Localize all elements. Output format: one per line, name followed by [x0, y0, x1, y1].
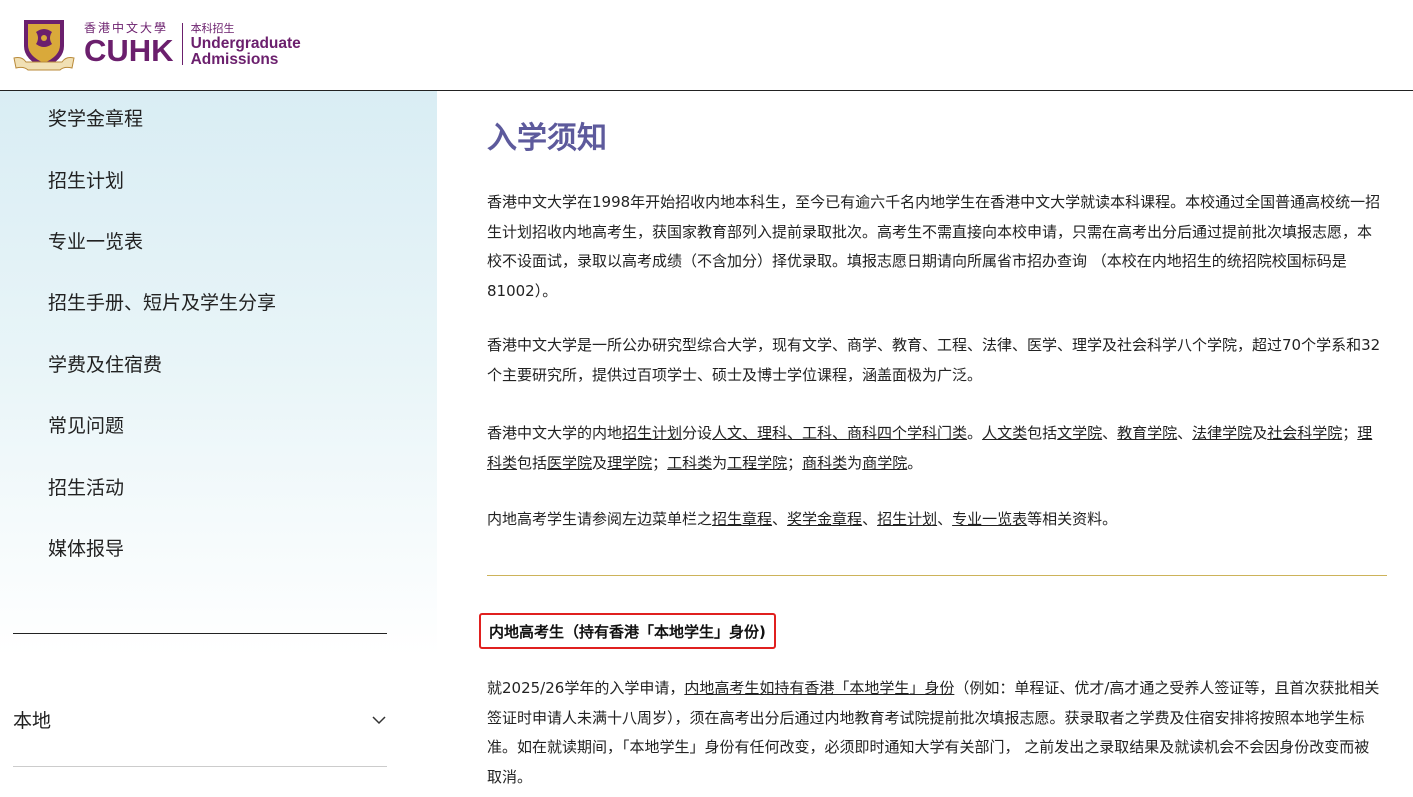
text: 及 [1252, 424, 1268, 442]
text: 包括 [1027, 424, 1058, 442]
text: ； [787, 453, 803, 472]
link-four-categories[interactable]: 人文、理科、工科、商科四个学科门类 [712, 424, 967, 442]
link-faculty-engineering[interactable]: 工程学院 [727, 454, 787, 472]
link-local-student-status[interactable]: 内地高考生如持有香港「本地学生」身份 [684, 679, 954, 697]
region-dropdown[interactable]: 本地 [13, 706, 387, 736]
text: 。 [907, 453, 923, 472]
chevron-down-icon [372, 716, 386, 725]
region-divider [13, 766, 387, 767]
local-status-paragraph: 就2025/26学年的入学申请，内地高考生如持有香港「本地学生」身份（例如：单程… [487, 674, 1382, 792]
region-label: 本地 [13, 710, 52, 732]
text: 为 [847, 453, 863, 472]
link-engineering-category[interactable]: 工科类 [667, 454, 712, 472]
link-faculty-science[interactable]: 理学院 [607, 454, 652, 472]
text: 、 [1177, 424, 1193, 442]
link-enrolment-plan[interactable]: 招生计划 [622, 424, 682, 442]
brand-wordmark: CUHK [84, 33, 174, 68]
link-faculty-business[interactable]: 商学院 [862, 454, 907, 472]
reference-paragraph: 内地高考学生请参阅左边菜单栏之招生章程、奖学金章程、招生计划、专业一览表等相关资… [487, 505, 1382, 535]
logo-divider [181, 23, 183, 65]
text: 分设 [682, 424, 713, 442]
link-faculty-arts[interactable]: 文学院 [1057, 424, 1102, 442]
cuhk-crest-icon [13, 20, 75, 71]
text: ； [1342, 424, 1358, 442]
text: 内地高考学生请参阅左边菜单栏之 [487, 510, 713, 528]
text: 包括 [517, 453, 548, 472]
page-title: 入学须知 [487, 121, 607, 156]
link-enrolment-plan-2[interactable]: 招生计划 [877, 510, 937, 528]
text: 香港中文大学的内地 [487, 424, 623, 442]
sidebar-item-programme-list[interactable]: 专业一览表 [48, 227, 143, 254]
section-subheading: 内地高考生（持有香港「本地学生」身份) [479, 613, 776, 649]
site-header: 香港中文大學 CUHK 本科招生 Undergraduate Admission… [0, 0, 1413, 91]
faculties-paragraph: 香港中文大学的内地招生计划分设人文、理科、工科、商科四个学科门类。人文类包括文学… [487, 419, 1382, 478]
link-business-category[interactable]: 商科类 [802, 454, 847, 472]
sidebar-nav: 奖学金章程 招生计划 专业一览表 招生手册、短片及学生分享 学费及住宿费 常见问… [0, 91, 437, 797]
sidebar-item-prospectus[interactable]: 招生手册、短片及学生分享 [48, 288, 276, 315]
cuhk-logo[interactable]: 香港中文大學 CUHK 本科招生 Undergraduate Admission… [12, 16, 301, 72]
text: 、 [772, 510, 788, 528]
link-faculty-law[interactable]: 法律学院 [1192, 424, 1252, 442]
admissions-chinese-label: 本科招生 [190, 22, 235, 35]
text: 、 [1102, 424, 1118, 442]
link-admission-rules[interactable]: 招生章程 [712, 510, 772, 528]
sidebar-item-enrolment-plan[interactable]: 招生计划 [48, 166, 124, 193]
section-divider [487, 575, 1387, 576]
sidebar-item-events[interactable]: 招生活动 [48, 473, 124, 500]
text: 就2025/26学年的入学申请， [487, 679, 685, 697]
text: ； [652, 453, 668, 472]
link-faculty-education[interactable]: 教育学院 [1117, 424, 1177, 442]
text: 等相关资料。 [1027, 510, 1118, 528]
sidebar-item-fees[interactable]: 学费及住宿费 [48, 350, 162, 377]
sidebar-item-scholarship[interactable]: 奖学金章程 [48, 104, 143, 131]
admissions-line1: Undergraduate [190, 35, 301, 52]
text: 及 [592, 453, 608, 472]
sidebar-item-media[interactable]: 媒体报导 [48, 534, 124, 561]
admissions-line2: Admissions [190, 51, 279, 68]
link-scholarship-rules[interactable]: 奖学金章程 [787, 510, 862, 528]
intro-paragraph: 香港中文大学在1998年开始招收内地本科生，至今已有逾六千名内地学生在香港中文大… [487, 193, 1381, 300]
text: 。 [967, 424, 983, 442]
link-faculty-medicine[interactable]: 医学院 [547, 454, 592, 472]
link-faculty-social-science[interactable]: 社会科学院 [1267, 424, 1342, 442]
text: 、 [862, 510, 878, 528]
text: 、 [937, 510, 953, 528]
link-humanities[interactable]: 人文类 [982, 424, 1027, 442]
link-programme-list[interactable]: 专业一览表 [952, 510, 1027, 528]
university-paragraph: 香港中文大学是一所公办研究型综合大学，现有文学、商学、教育、工程、法律、医学、理… [487, 336, 1381, 384]
sidebar-divider [13, 633, 387, 634]
text: 为 [712, 453, 728, 472]
sidebar-item-faq[interactable]: 常见问题 [48, 411, 124, 438]
